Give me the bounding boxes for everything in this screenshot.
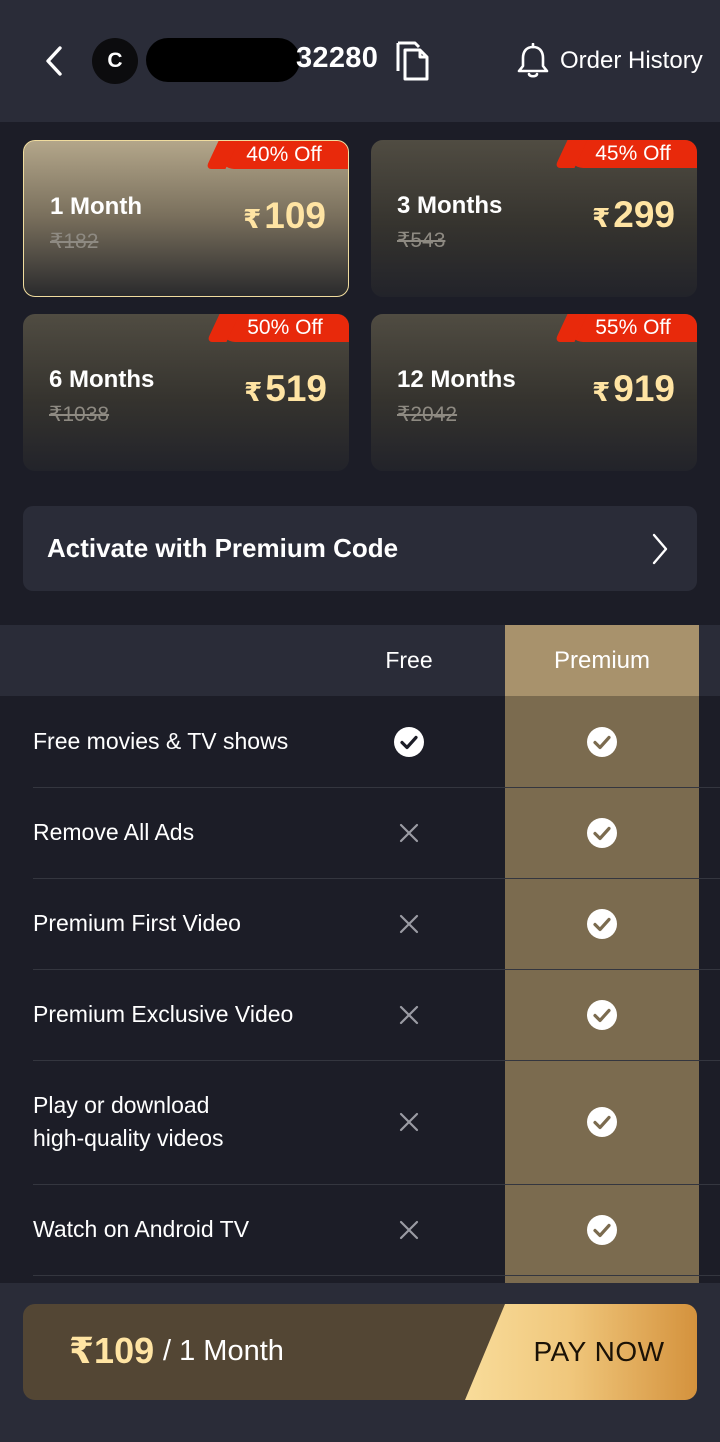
discount-badge: 40% Off: [220, 141, 348, 169]
cross-icon: [389, 1102, 429, 1142]
check-circle-icon: [389, 722, 429, 762]
activate-premium-code-label: Activate with Premium Code: [47, 533, 399, 563]
plan-original-price: ₹182: [50, 230, 99, 253]
plan-price-value: 299: [613, 194, 675, 235]
comparison-row: Remove All Ads: [0, 787, 720, 878]
row-divider: [33, 1275, 720, 1276]
plan-card-6-months[interactable]: 50% Off 6 Months ₹1038 ₹519: [23, 314, 349, 471]
feature-label: Remove All Ads: [33, 819, 195, 845]
pay-now-button[interactable]: PAY NOW: [465, 1304, 697, 1400]
comparison-row: Free movies & TV shows: [0, 696, 720, 787]
cross-icon: [389, 1210, 429, 1250]
pay-now-label: PAY NOW: [533, 1336, 665, 1367]
back-button[interactable]: [36, 40, 72, 82]
discount-badge: 45% Off: [569, 140, 697, 168]
plan-price: ₹299: [592, 194, 675, 236]
comparison-row: Premium First Video: [0, 878, 720, 969]
check-circle-icon: [582, 813, 622, 853]
bell-icon: [517, 43, 549, 78]
plan-price-value: 519: [265, 368, 327, 409]
back-chevron-icon: [46, 46, 62, 76]
copy-id-button[interactable]: [393, 40, 431, 82]
check-circle-icon: [582, 1210, 622, 1250]
comparison-row: Premium Exclusive Video: [0, 969, 720, 1060]
plan-card-3-months[interactable]: 45% Off 3 Months ₹543 ₹299: [371, 140, 697, 297]
cross-icon: [389, 904, 429, 944]
discount-badge: 50% Off: [221, 314, 349, 342]
currency-symbol: ₹: [243, 204, 262, 234]
plan-price: ₹519: [244, 368, 327, 410]
copy-icon: [396, 41, 429, 81]
plan-card-12-months[interactable]: 55% Off 12 Months ₹2042 ₹919: [371, 314, 697, 471]
check-circle-icon: [582, 995, 622, 1035]
plan-original-price: ₹2042: [397, 403, 458, 426]
currency-symbol: ₹: [592, 203, 611, 233]
pay-bar: ₹109 / 1 Month PAY NOW: [23, 1304, 697, 1400]
feature-label: Watch on Android TV: [33, 1216, 250, 1242]
order-history-button[interactable]: Order History: [516, 40, 703, 82]
user-id: 32280: [296, 42, 379, 74]
comparison-row: Play or download high-quality videos: [0, 1060, 720, 1184]
check-circle-icon: [582, 722, 622, 762]
plan-original-price: ₹1038: [49, 403, 110, 426]
discount-badge: 55% Off: [569, 314, 697, 342]
free-column-header: Free: [385, 647, 433, 673]
chevron-right-icon: [652, 533, 668, 564]
plan-original-price: ₹543: [397, 229, 446, 252]
feature-label: Play or download high-quality videos: [33, 1092, 224, 1151]
selected-period: / 1 Month: [163, 1335, 284, 1367]
plan-name: 12 Months: [397, 366, 516, 393]
plan-price-value: 919: [613, 368, 675, 409]
redacted-user-id: [146, 38, 300, 82]
plan-price: ₹109: [243, 195, 326, 237]
selected-price: ₹109: [69, 1330, 155, 1371]
activate-premium-code-button[interactable]: Activate with Premium Code: [23, 506, 697, 591]
check-circle-icon: [582, 904, 622, 944]
avatar[interactable]: C: [92, 38, 138, 84]
feature-label: Premium First Video: [33, 910, 241, 936]
order-history-label: Order History: [560, 47, 703, 74]
premium-column-header: Premium: [505, 625, 699, 696]
plan-name: 3 Months: [397, 192, 503, 219]
feature-label: Premium Exclusive Video: [33, 1001, 294, 1027]
currency-symbol: ₹: [244, 377, 263, 407]
plan-name: 1 Month: [50, 193, 142, 220]
plan-name: 6 Months: [49, 366, 155, 393]
check-circle-icon: [582, 1102, 622, 1142]
cross-icon: [389, 813, 429, 853]
feature-label: Free movies & TV shows: [33, 728, 289, 754]
plan-price-value: 109: [264, 195, 326, 236]
comparison-row: Watch on Android TV: [0, 1184, 720, 1275]
plan-card-1-month[interactable]: 40% Off 1 Month ₹182 ₹109: [23, 140, 349, 297]
currency-symbol: ₹: [592, 377, 611, 407]
cross-icon: [389, 995, 429, 1035]
top-bar: C 32280 Order History: [0, 0, 720, 122]
plan-price: ₹919: [592, 368, 675, 410]
